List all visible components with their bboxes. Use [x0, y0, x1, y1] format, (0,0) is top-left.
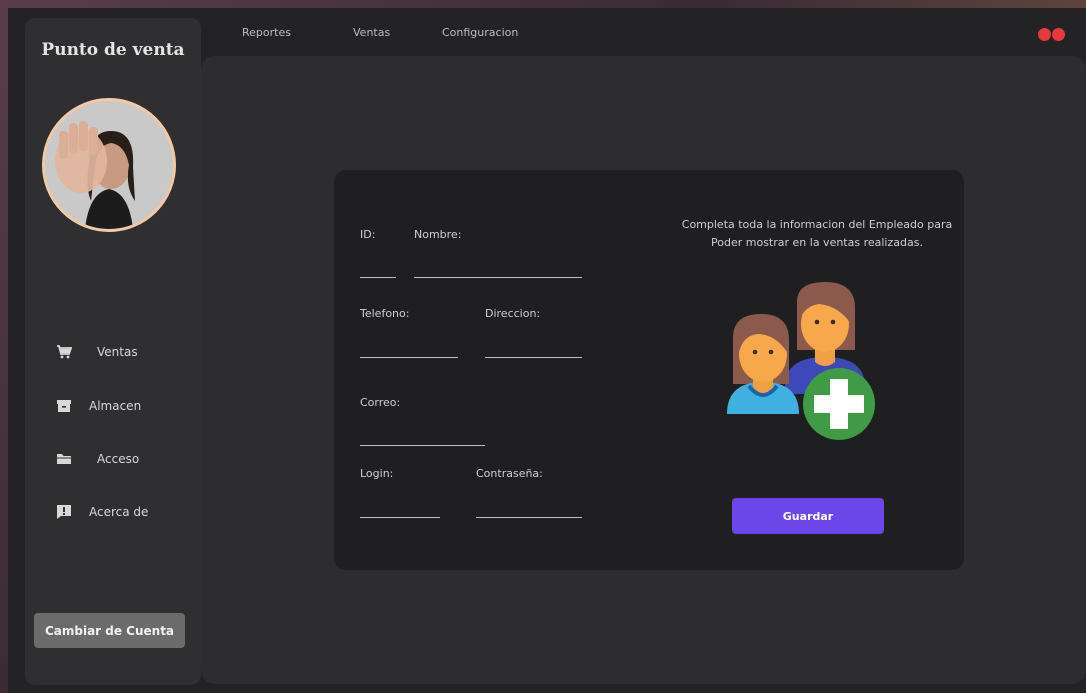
archive-icon: [55, 397, 73, 415]
info-text: Completa toda la informacion del Emplead…: [672, 216, 962, 252]
menu-reportes[interactable]: Reportes: [242, 26, 291, 39]
nombre-label: Nombre:: [414, 228, 462, 241]
menu-ventas[interactable]: Ventas: [353, 26, 390, 39]
switch-account-button[interactable]: Cambiar de Cuenta: [34, 613, 185, 648]
login-label: Login:: [360, 467, 394, 480]
sidebar-item-label: Acerca de: [89, 505, 149, 519]
main-panel: ID: Nombre: Telefono: Direccion: Correo:…: [201, 56, 1086, 684]
sidebar-item-acerca-de[interactable]: Acerca de: [43, 498, 183, 526]
password-label: Contraseña:: [476, 467, 543, 480]
alert-icon: [55, 503, 73, 521]
app-window: Punto de venta Ventas Almacen Acceso Ace…: [8, 8, 1086, 693]
login-field[interactable]: [360, 498, 440, 518]
menu-configuracion[interactable]: Configuracion: [442, 26, 518, 39]
info-line-1: Completa toda la informacion del Emplead…: [681, 218, 953, 231]
telefono-label: Telefono:: [360, 307, 410, 320]
avatar-photo: [45, 101, 173, 229]
cart-icon: [55, 343, 73, 361]
correo-field[interactable]: [360, 426, 485, 446]
sidebar-item-ventas[interactable]: Ventas: [43, 338, 183, 366]
sidebar-item-label: Acceso: [97, 452, 140, 466]
sidebar-item-almacen[interactable]: Almacen: [43, 392, 183, 420]
id-label: ID:: [360, 228, 376, 241]
avatar[interactable]: [42, 98, 176, 232]
direccion-label: Direccion:: [485, 307, 541, 320]
sidebar-item-acceso[interactable]: Acceso: [43, 445, 183, 473]
save-button[interactable]: Guardar: [732, 498, 884, 534]
sidebar-item-label: Almacen: [89, 399, 142, 413]
sidebar: Punto de venta Ventas Almacen Acceso Ace…: [25, 18, 201, 685]
password-field[interactable]: [476, 498, 582, 518]
id-field[interactable]: [360, 258, 396, 278]
nombre-field[interactable]: [414, 258, 582, 278]
correo-label: Correo:: [360, 396, 401, 409]
minimize-button[interactable]: [1038, 28, 1051, 41]
folder-icon: [55, 450, 73, 468]
add-employee-illustration-icon: [727, 282, 875, 440]
telefono-field[interactable]: [360, 338, 458, 358]
info-line-2: Poder mostrar en la ventas realizadas.: [711, 236, 923, 249]
direccion-field[interactable]: [485, 338, 582, 358]
app-title: Punto de venta: [41, 40, 185, 60]
sidebar-item-label: Ventas: [97, 345, 138, 359]
close-button[interactable]: [1052, 28, 1065, 41]
employee-form-card: ID: Nombre: Telefono: Direccion: Correo:…: [334, 170, 964, 570]
